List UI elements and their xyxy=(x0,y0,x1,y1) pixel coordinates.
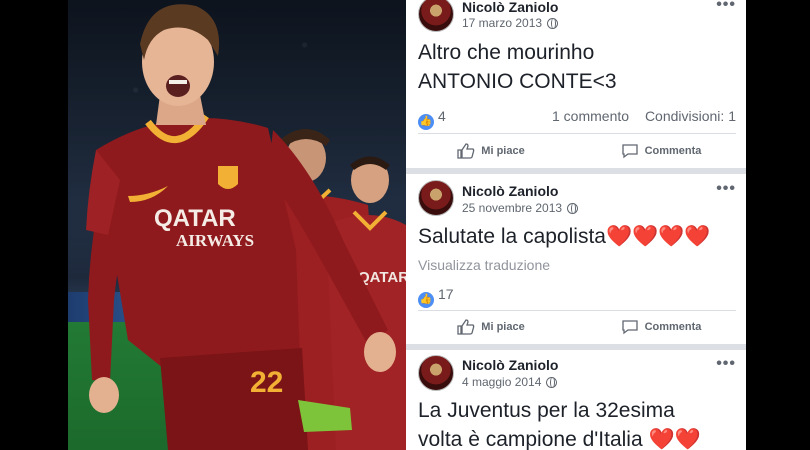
divider xyxy=(418,310,736,311)
post-header: Nicolò Zaniolo 25 novembre 2013 ••• xyxy=(406,174,746,216)
like-button-label: Mi piace xyxy=(481,145,525,157)
post-text: Altro che mourinho ANTONIO CONTE<3 xyxy=(418,38,736,96)
post-meta: 4 maggio 2014 xyxy=(462,375,558,389)
player-illustration: QATAR 22 QATAR AIRWAYS xyxy=(86,4,406,450)
see-translation-link[interactable]: Visualizza traduzione xyxy=(418,257,550,273)
post-text-line: ANTONIO CONTE<3 xyxy=(418,70,617,93)
like-reaction-icon: 👍 xyxy=(418,114,434,130)
avatar[interactable] xyxy=(418,355,454,391)
post-text: La Juventus per la 32esima volta è campi… xyxy=(418,396,736,450)
like-button[interactable]: Mi piace xyxy=(406,312,576,342)
post-card: Nicolò Zaniolo 17 marzo 2013 ••• Altro c… xyxy=(406,0,746,168)
thumbs-up-icon xyxy=(457,319,475,335)
globe-icon xyxy=(567,202,579,214)
globe-icon xyxy=(547,17,559,29)
avatar[interactable] xyxy=(418,0,454,32)
divider xyxy=(418,133,736,134)
comment-button[interactable]: Commenta xyxy=(576,312,746,342)
post-stats: 👍 17 xyxy=(418,286,736,308)
player-photo: QATAR 22 QATAR AIRWAYS xyxy=(68,0,406,450)
like-reaction-icon: 👍 xyxy=(418,292,434,308)
post-date[interactable]: 17 marzo 2013 xyxy=(462,16,542,30)
post-header: Nicolò Zaniolo 17 marzo 2013 ••• xyxy=(406,0,746,42)
teammate-sponsor-text: QATAR xyxy=(358,269,406,286)
sponsor-text-qatar: QATAR xyxy=(154,205,236,232)
post-card: Nicolò Zaniolo 25 novembre 2013 ••• Salu… xyxy=(406,174,746,344)
globe-icon xyxy=(546,376,558,388)
post-card: Nicolò Zaniolo 4 maggio 2014 ••• La Juve… xyxy=(406,350,746,450)
post-date[interactable]: 25 novembre 2013 xyxy=(462,201,562,215)
share-count[interactable]: Condivisioni: 1 xyxy=(645,108,736,124)
like-count[interactable]: 4 xyxy=(438,108,446,124)
post-text-line: Altro che mourinho xyxy=(418,41,595,64)
shirt-number: 22 xyxy=(250,366,283,399)
like-count[interactable]: 17 xyxy=(438,286,454,302)
comment-icon xyxy=(621,144,638,159)
comment-button[interactable]: Commenta xyxy=(576,136,746,166)
facebook-feed: Nicolò Zaniolo 17 marzo 2013 ••• Altro c… xyxy=(406,0,746,450)
author-name[interactable]: Nicolò Zaniolo xyxy=(462,357,558,373)
more-options-icon[interactable]: ••• xyxy=(716,355,736,373)
more-options-icon[interactable]: ••• xyxy=(716,180,736,198)
post-date[interactable]: 4 maggio 2014 xyxy=(462,375,541,389)
like-button[interactable]: Mi piace xyxy=(406,136,576,166)
post-meta: 25 novembre 2013 xyxy=(462,201,579,215)
thumbs-up-icon xyxy=(457,143,475,159)
sponsor-text-airways: AIRWAYS xyxy=(176,231,254,250)
comment-button-label: Commenta xyxy=(644,145,702,157)
comment-icon xyxy=(621,320,638,335)
post-stats: 👍 4 1 commento Condivisioni: 1 xyxy=(418,108,736,130)
comment-button-label: Commenta xyxy=(644,321,702,333)
comment-count[interactable]: 1 commento xyxy=(552,108,629,124)
post-actions: Mi piace Commenta xyxy=(406,312,746,342)
post-meta: 17 marzo 2013 xyxy=(462,16,559,30)
post-text: Salutate la capolista❤️❤️❤️❤️ xyxy=(418,225,711,248)
post-header: Nicolò Zaniolo 4 maggio 2014 ••• xyxy=(406,350,746,392)
post-actions: Mi piace Commenta xyxy=(406,136,746,166)
more-options-icon[interactable]: ••• xyxy=(716,0,736,14)
like-button-label: Mi piace xyxy=(481,321,525,333)
post-text-line: volta è campione d'Italia ❤️❤️ xyxy=(418,428,701,450)
author-name[interactable]: Nicolò Zaniolo xyxy=(462,183,558,199)
author-name[interactable]: Nicolò Zaniolo xyxy=(462,0,558,15)
post-text-line: La Juventus per la 32esima xyxy=(418,399,675,422)
avatar[interactable] xyxy=(418,180,454,216)
